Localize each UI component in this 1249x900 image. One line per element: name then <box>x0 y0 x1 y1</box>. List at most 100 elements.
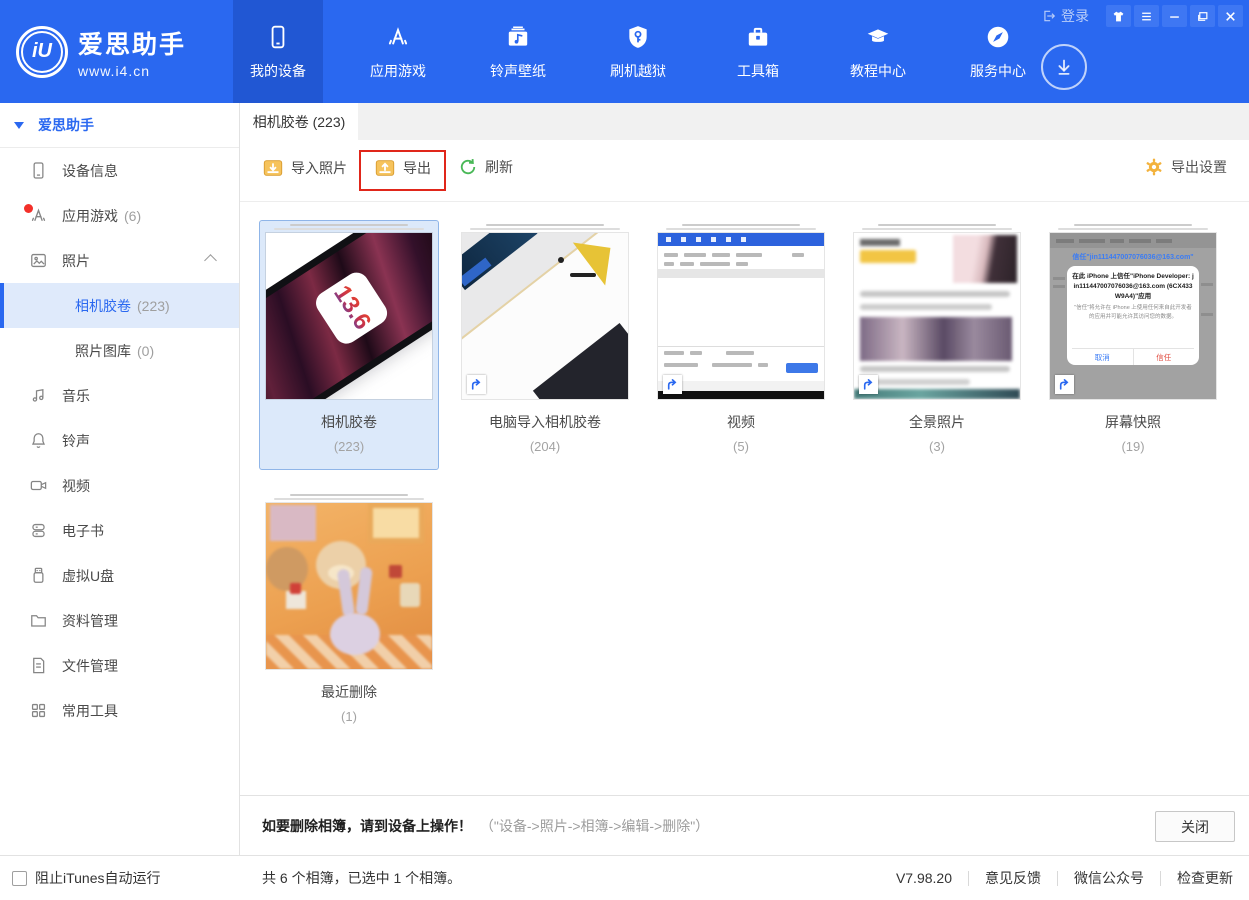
sidebar-item-data-manage[interactable]: 资料管理 <box>0 598 239 643</box>
album-count: (223) <box>260 439 438 454</box>
sidebar-item-photos[interactable]: 照片 <box>0 238 239 283</box>
album-thumbnail <box>462 233 628 399</box>
main-panel: 相机胶卷 (223) 导入照片 导出 刷新 导出设置 <box>240 103 1249 855</box>
tutorial-center-icon <box>865 22 891 52</box>
device-info-icon <box>28 161 48 181</box>
album-card-screenshots[interactable]: 信任"jin111447007076036@163.com" 在此 iPhone… <box>1043 220 1223 470</box>
shared-badge-icon <box>1055 375 1074 394</box>
collapse-icon[interactable] <box>204 254 217 267</box>
sidebar-item-video[interactable]: 视频 <box>0 463 239 508</box>
album-name: 相机胶卷 <box>260 412 438 432</box>
check-update-link[interactable]: 检查更新 <box>1177 868 1233 888</box>
album-thumbnail <box>854 233 1020 399</box>
album-card-videos[interactable]: 视频 (5) <box>651 220 831 470</box>
tab-strip: 相机胶卷 (223) <box>240 103 1249 140</box>
menu-list-icon <box>1140 10 1153 23</box>
maximize-button[interactable] <box>1190 5 1215 27</box>
ringtone-wallpaper-icon <box>505 22 531 52</box>
sidebar-item-device-info[interactable]: 设备信息 <box>0 148 239 193</box>
status-bar: 阻止iTunes自动运行 共 6 个相簿，已选中 1 个相簿。 V7.98.20… <box>0 855 1249 899</box>
album-card-recently-deleted[interactable]: 最近删除 (1) <box>259 490 439 740</box>
toolbar: 导入照片 导出 刷新 导出设置 <box>240 140 1249 202</box>
app-games-icon <box>385 22 411 52</box>
app-url: www.i4.cn <box>78 63 186 79</box>
nav-flash-jailbreak[interactable]: 刷机越狱 <box>593 0 683 103</box>
album-count: (204) <box>456 439 634 454</box>
grid-icon <box>28 701 48 721</box>
shirt-icon <box>1112 10 1125 23</box>
album-card-pc-imported[interactable]: 电脑导入相机胶卷 (204) <box>455 220 635 470</box>
maximize-icon <box>1196 10 1209 23</box>
phone-graphic: 13.6 <box>266 233 432 399</box>
usb-disk-icon <box>28 566 48 586</box>
sidebar-item-ebook[interactable]: 电子书 <box>0 508 239 553</box>
album-grid: 13.6 相机胶卷 (223) <box>240 202 1249 795</box>
tab-camera-roll[interactable]: 相机胶卷 (223) <box>240 103 358 140</box>
album-thumbnail <box>658 233 824 399</box>
close-button[interactable] <box>1218 5 1243 27</box>
album-card-panoramas[interactable]: 全景照片 (3) <box>847 220 1027 470</box>
login-button[interactable]: 登录 <box>1042 6 1089 26</box>
bell-icon <box>28 431 48 451</box>
export-settings-button[interactable]: 导出设置 <box>1144 157 1227 177</box>
album-thumbnail <box>266 503 432 669</box>
header: iU 爱思助手 www.i4.cn 我的设备 应用游戏 <box>0 0 1249 103</box>
nav-toolbox[interactable]: 工具箱 <box>713 0 803 103</box>
sidebar-item-common-tools[interactable]: 常用工具 <box>0 688 239 733</box>
import-icon <box>262 157 284 179</box>
sidebar-item-music[interactable]: 音乐 <box>0 373 239 418</box>
sidebar-item-ringtone[interactable]: 铃声 <box>0 418 239 463</box>
selection-summary: 共 6 个相簿，已选中 1 个相簿。 <box>262 856 461 900</box>
ebook-icon <box>28 521 48 541</box>
notice-close-button[interactable]: 关闭 <box>1155 811 1235 842</box>
notice-hint: （"设备->照片->相簿->编辑->删除"） <box>480 818 709 834</box>
minimize-icon <box>1168 10 1181 23</box>
download-manager-button[interactable] <box>1041 44 1087 90</box>
album-name: 视频 <box>652 412 830 432</box>
nav-ringtone-wallpaper[interactable]: 铃声壁纸 <box>473 0 563 103</box>
wechat-link[interactable]: 微信公众号 <box>1074 868 1144 888</box>
nav-my-device[interactable]: 我的设备 <box>233 0 323 103</box>
export-icon <box>374 157 396 179</box>
album-thumbnail: 信任"jin111447007076036@163.com" 在此 iPhone… <box>1050 233 1216 399</box>
toolbox-icon <box>745 22 771 52</box>
album-count: (19) <box>1044 439 1222 454</box>
shared-badge-icon <box>663 375 682 394</box>
theme-button[interactable] <box>1106 5 1131 27</box>
block-itunes-checkbox[interactable]: 阻止iTunes自动运行 <box>12 856 161 900</box>
nav-tutorial-center[interactable]: 教程中心 <box>833 0 923 103</box>
menu-button[interactable] <box>1134 5 1159 27</box>
folder-icon <box>28 611 48 631</box>
checkbox-icon[interactable] <box>12 871 27 886</box>
my-device-icon <box>265 22 291 52</box>
flash-jailbreak-icon <box>625 22 651 52</box>
sidebar-item-photo-library[interactable]: 照片图库 (0) <box>0 328 239 373</box>
app-logo: iU 爱思助手 www.i4.cn <box>0 0 233 103</box>
notice-text: 如要删除相簿，请到设备上操作！ <box>262 818 472 834</box>
app-window: iU 爱思助手 www.i4.cn 我的设备 应用游戏 <box>0 0 1249 899</box>
feedback-link[interactable]: 意见反馈 <box>985 868 1041 888</box>
nav-service-center[interactable]: 服务中心 <box>953 0 1043 103</box>
window-controls: 登录 <box>1042 5 1243 27</box>
nav-app-games[interactable]: 应用游戏 <box>353 0 443 103</box>
album-name: 全景照片 <box>848 412 1026 432</box>
sidebar: 爱思助手 设备信息 应用游戏 (6) 照片 相机胶卷 (223) 照片图库 (0… <box>0 103 240 855</box>
shared-badge-icon <box>467 375 486 394</box>
sidebar-root-device[interactable]: 爱思助手 <box>0 103 239 148</box>
login-icon <box>1042 9 1056 23</box>
sidebar-item-usb-disk[interactable]: 虚拟U盘 <box>0 553 239 598</box>
sidebar-item-app-games[interactable]: 应用游戏 (6) <box>0 193 239 238</box>
minimize-button[interactable] <box>1162 5 1187 27</box>
shared-badge-icon <box>859 375 878 394</box>
sidebar-item-file-manage[interactable]: 文件管理 <box>0 643 239 688</box>
import-photos-button[interactable]: 导入照片 <box>262 157 347 179</box>
document-icon <box>28 656 48 676</box>
main-nav: 我的设备 应用游戏 铃声壁纸 刷机越狱 <box>233 0 1073 103</box>
refresh-button[interactable]: 刷新 <box>458 157 513 177</box>
album-name: 电脑导入相机胶卷 <box>456 412 634 432</box>
export-button[interactable]: 导出 <box>374 157 431 179</box>
album-name: 屏幕快照 <box>1044 412 1222 432</box>
sidebar-item-camera-roll[interactable]: 相机胶卷 (223) <box>0 283 239 328</box>
music-icon <box>28 386 48 406</box>
album-card-camera-roll[interactable]: 13.6 相机胶卷 (223) <box>259 220 439 470</box>
